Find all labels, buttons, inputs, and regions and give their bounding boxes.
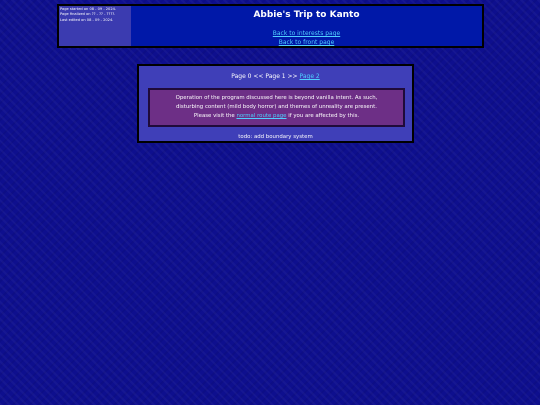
normal-route-page-link[interactable]: normal route page [236, 113, 286, 119]
content-warning-box: Operation of the program discussed here … [148, 88, 405, 127]
warning-line-2: disturbing content (mild body horror) an… [176, 104, 377, 110]
content-panel: Page 0 << Page 1 >> Page 2 Operation of … [137, 64, 414, 143]
nav-links: Back to interests page Back to front pag… [131, 29, 482, 47]
page-navigation: Page 0 << Page 1 >> Page 2 [139, 73, 412, 81]
warning-line-3-start: Please visit the [193, 113, 237, 119]
next-page-link[interactable]: Page 2 [300, 73, 320, 80]
interests-page-link[interactable]: Back to interests page [131, 29, 482, 38]
todo-note: todo: add boundary system [238, 134, 313, 140]
front-page-link[interactable]: Back to front page [131, 38, 482, 47]
header-main: Abbie's Trip to Kanto Back to interests … [131, 6, 482, 46]
warning-line-3: Please visit the normal route page if yo… [154, 112, 399, 121]
warning-line-3-end: if you are affected by this. [286, 113, 360, 119]
page-title: Abbie's Trip to Kanto [253, 10, 360, 20]
warning-line-1: Operation of the program discussed here … [175, 95, 378, 101]
page-navigation-text: Page 0 << Page 1 >> [231, 73, 300, 80]
header-box: Page started on 08 - 09 - 2024. Page fin… [57, 4, 484, 48]
page-last-edited-date: Last edited on 08 - 09 - 2024. [60, 17, 114, 22]
page-dates: Page started on 08 - 09 - 2024. Page fin… [59, 6, 131, 46]
